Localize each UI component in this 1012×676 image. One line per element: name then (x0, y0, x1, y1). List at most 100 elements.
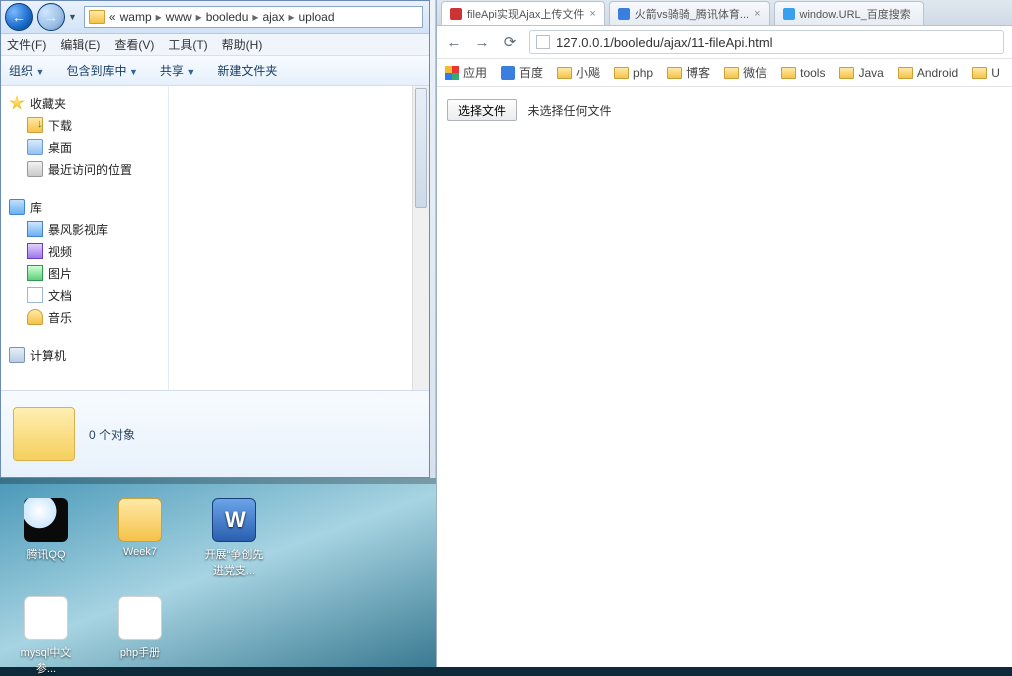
choose-file-button[interactable]: 选择文件 (447, 99, 517, 121)
address-bar[interactable]: « wamp▸ www▸ booledu▸ ajax▸ upload (84, 6, 423, 28)
scrollbar[interactable] (412, 86, 429, 390)
back-button[interactable]: ← (445, 33, 463, 51)
tree-library[interactable]: 库 (9, 196, 168, 218)
tb-newfolder[interactable]: 新建文件夹 (217, 62, 277, 79)
tree-pictures[interactable]: 图片 (9, 262, 168, 284)
star-icon (9, 95, 25, 111)
toolbar: 组织 包含到库中 共享 新建文件夹 (1, 56, 429, 86)
explorer-window: ← → ▼ « wamp▸ www▸ booledu▸ ajax▸ upload… (0, 0, 430, 478)
page-icon (118, 596, 162, 640)
folder-large-icon (13, 407, 75, 461)
crumb-0[interactable]: wamp (120, 10, 152, 24)
desktop[interactable]: 腾讯QQ Week7 开展“争创先进党支... mysql中文参... php手… (0, 478, 436, 667)
folder-icon (839, 67, 854, 79)
favicon-icon (450, 8, 462, 20)
reload-button[interactable]: ⟳ (501, 33, 519, 51)
details-pane: 0 个对象 (1, 390, 429, 477)
menu-file[interactable]: 文件(F) (7, 36, 46, 53)
scroll-thumb[interactable] (415, 88, 427, 208)
folder-icon (724, 67, 739, 79)
tree-favorites[interactable]: 收藏夹 (9, 92, 168, 114)
url-box[interactable]: 127.0.0.1/booledu/ajax/11-fileApi.html (529, 30, 1004, 54)
bm-xiaobiao[interactable]: 小飚 (557, 64, 600, 81)
crumb-2[interactable]: booledu (206, 10, 249, 24)
explorer-nav-row: ← → ▼ « wamp▸ www▸ booledu▸ ajax▸ upload (1, 1, 429, 34)
menu-bar: 文件(F) 编辑(E) 查看(V) 工具(T) 帮助(H) (1, 34, 429, 56)
desktop-word[interactable]: 开展“争创先进党支... (202, 498, 266, 578)
address-row: ← → ⟳ 127.0.0.1/booledu/ajax/11-fileApi.… (437, 26, 1012, 59)
tab-strip: fileApi实现Ajax上传文件× 火箭vs骑骑_腾讯体育...× windo… (437, 0, 1012, 26)
bm-u[interactable]: U (972, 66, 1000, 80)
page-content: 选择文件 未选择任何文件 (437, 87, 1012, 133)
nav-back-button[interactable]: ← (5, 3, 33, 31)
download-icon (27, 117, 43, 133)
desktop-qq[interactable]: 腾讯QQ (14, 498, 78, 578)
qq-icon (24, 498, 68, 542)
bm-baidu[interactable]: 百度 (501, 64, 543, 81)
item-count: 0 个对象 (89, 426, 135, 443)
folder-icon (557, 67, 572, 79)
tb-share[interactable]: 共享 (160, 62, 195, 79)
no-file-label: 未选择任何文件 (527, 104, 611, 118)
tab-2[interactable]: window.URL_百度搜索 (774, 1, 924, 25)
baidu-icon (501, 66, 515, 80)
tree-desktop[interactable]: 桌面 (9, 136, 168, 158)
page-icon (536, 35, 550, 49)
tb-include[interactable]: 包含到库中 (66, 62, 137, 79)
desktop-row-1: 腾讯QQ Week7 开展“争创先进党支... (0, 484, 436, 578)
computer-icon (9, 347, 25, 363)
favicon-icon (783, 8, 795, 20)
document-icon (27, 287, 43, 303)
explorer-body: 收藏夹 下载 桌面 最近访问的位置 库 暴风影视库 视频 图片 文档 音乐 计算… (1, 86, 429, 390)
bm-wechat[interactable]: 微信 (724, 64, 767, 81)
bm-android[interactable]: Android (898, 66, 958, 80)
recent-icon (27, 161, 43, 177)
desktop-mysql[interactable]: mysql中文参... (14, 596, 78, 676)
menu-view[interactable]: 查看(V) (114, 36, 154, 53)
bm-java[interactable]: Java (839, 66, 883, 80)
crumb-4[interactable]: upload (298, 10, 334, 24)
forward-button[interactable]: → (473, 33, 491, 51)
menu-help[interactable]: 帮助(H) (222, 36, 263, 53)
crumb-1[interactable]: www (166, 10, 192, 24)
favicon-icon (618, 8, 630, 20)
url-text: 127.0.0.1/booledu/ajax/11-fileApi.html (556, 35, 773, 50)
bm-apps[interactable]: 应用 (445, 64, 487, 81)
tree-music[interactable]: 音乐 (9, 306, 168, 328)
folder-content-area[interactable] (169, 86, 429, 390)
tree-video[interactable]: 视频 (9, 240, 168, 262)
bm-blog[interactable]: 博客 (667, 64, 710, 81)
menu-tools[interactable]: 工具(T) (168, 36, 207, 53)
page-icon (24, 596, 68, 640)
desktop-week7[interactable]: Week7 (108, 498, 172, 578)
music-icon (27, 309, 43, 325)
nav-tree: 收藏夹 下载 桌面 最近访问的位置 库 暴风影视库 视频 图片 文档 音乐 计算… (1, 86, 169, 390)
tb-organize[interactable]: 组织 (9, 62, 44, 79)
word-icon (212, 498, 256, 542)
nav-forward-button[interactable]: → (37, 3, 65, 31)
close-icon[interactable]: × (754, 8, 760, 20)
crumb-3[interactable]: ajax (262, 10, 284, 24)
bm-tools[interactable]: tools (781, 66, 825, 80)
folder-icon (614, 67, 629, 79)
tab-0[interactable]: fileApi实现Ajax上传文件× (441, 1, 605, 25)
desktop-php[interactable]: php手册 (108, 596, 172, 676)
desktop-row-2: mysql中文参... php手册 (0, 578, 436, 676)
library-icon (9, 199, 25, 215)
chrome-window: fileApi实现Ajax上传文件× 火箭vs骑骑_腾讯体育...× windo… (436, 0, 1012, 667)
folder-icon (89, 10, 105, 24)
bookmark-bar: 应用 百度 小飚 php 博客 微信 tools Java Android U (437, 59, 1012, 87)
crumb-pre: « (109, 10, 116, 24)
nav-history-dropdown[interactable]: ▼ (68, 12, 77, 22)
tab-1[interactable]: 火箭vs骑骑_腾讯体育...× (609, 1, 770, 25)
menu-edit[interactable]: 编辑(E) (60, 36, 100, 53)
tree-downloads[interactable]: 下载 (9, 114, 168, 136)
close-icon[interactable]: × (589, 8, 595, 20)
video-icon (27, 243, 43, 259)
tree-recent[interactable]: 最近访问的位置 (9, 158, 168, 180)
apps-icon (445, 66, 459, 80)
tree-computer[interactable]: 计算机 (9, 344, 168, 366)
tree-baofeng[interactable]: 暴风影视库 (9, 218, 168, 240)
bm-php[interactable]: php (614, 66, 653, 80)
tree-docs[interactable]: 文档 (9, 284, 168, 306)
